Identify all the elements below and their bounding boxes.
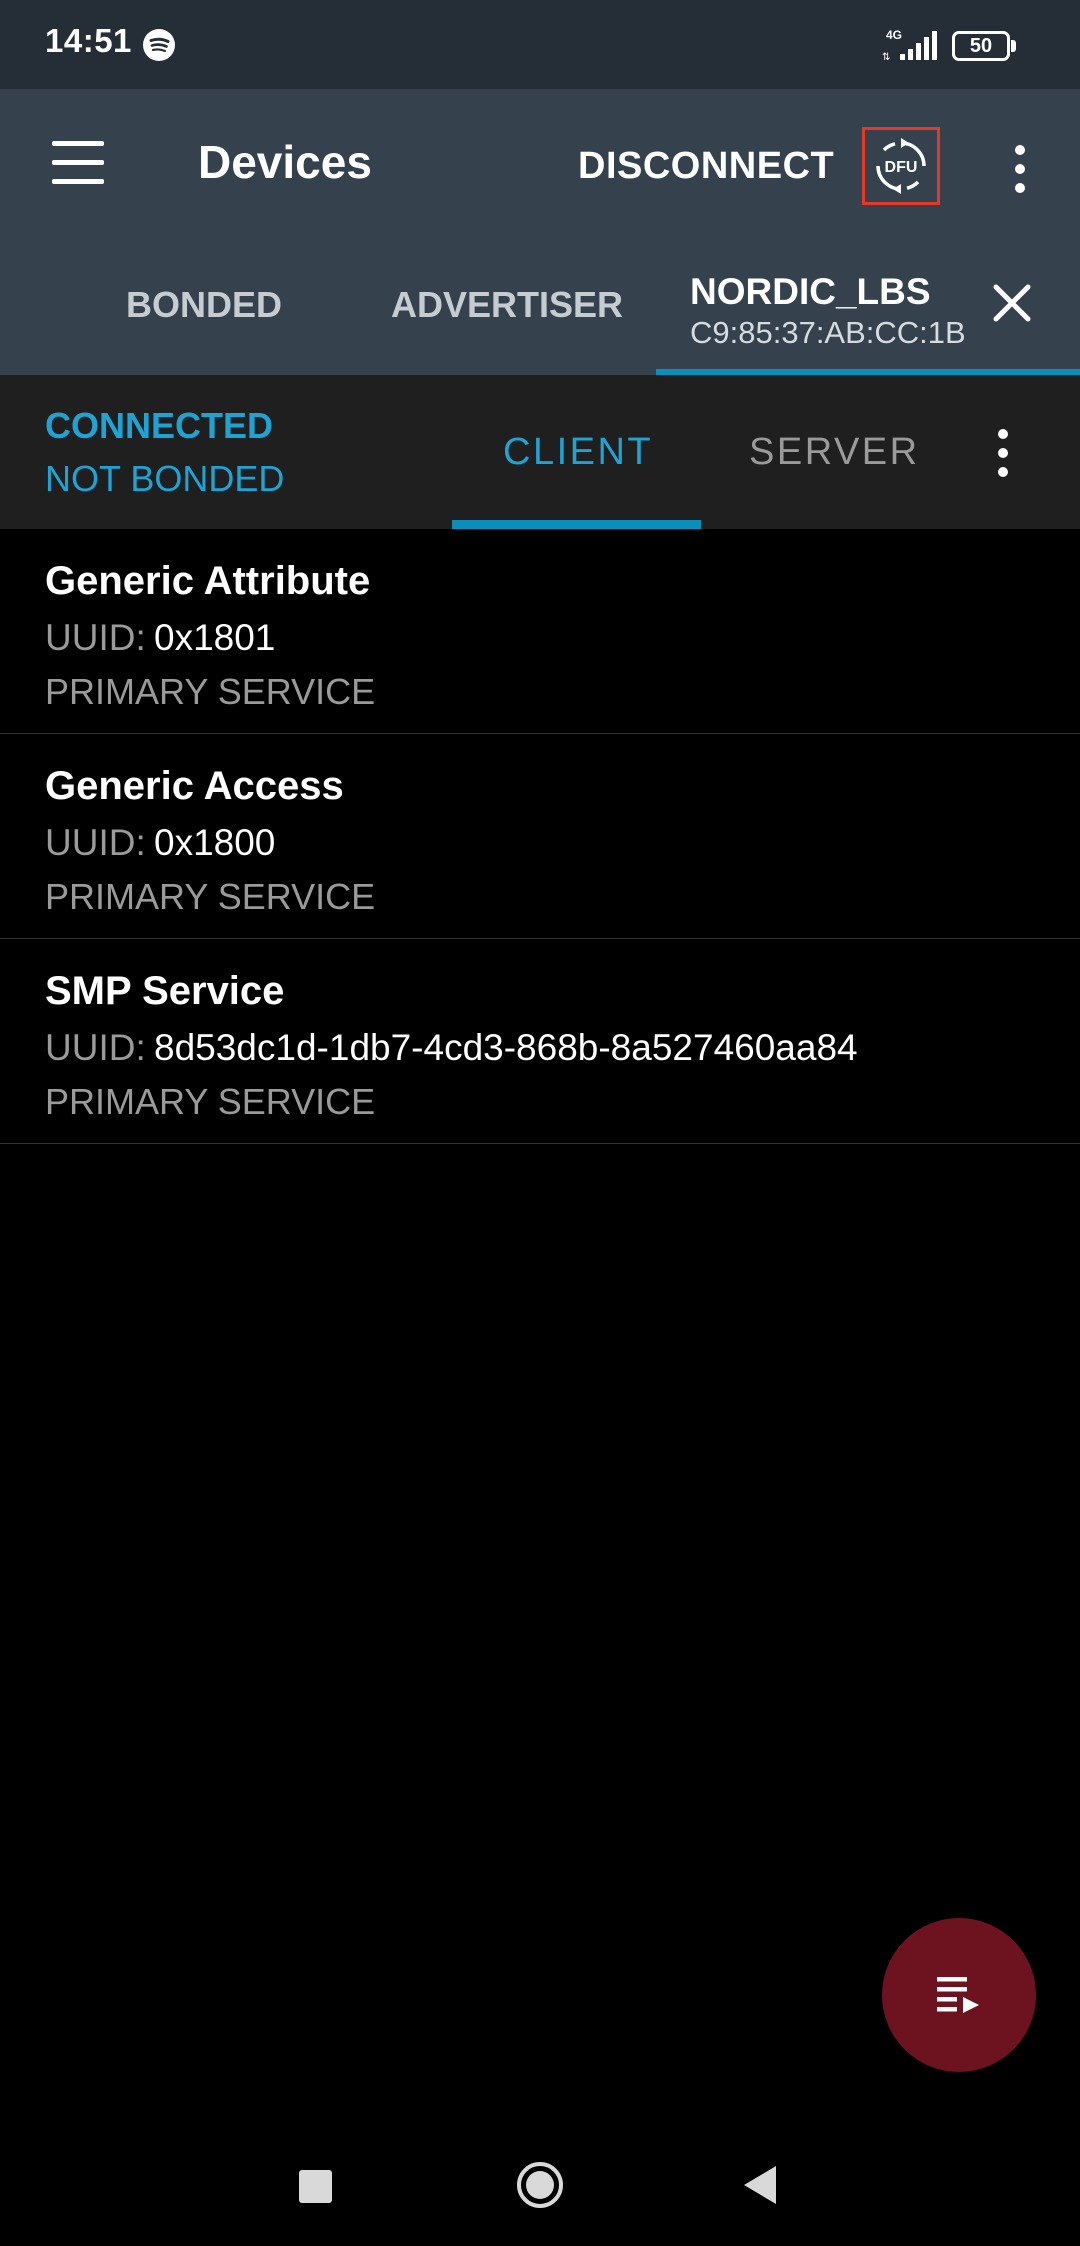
close-icon[interactable] xyxy=(990,281,1034,325)
back-icon[interactable] xyxy=(742,2164,778,2206)
service-uuid-label: UUID: xyxy=(45,822,146,863)
service-name: SMP Service xyxy=(45,969,285,1013)
tab-client[interactable]: CLIENT xyxy=(503,431,653,474)
service-uuid: 0x1800 xyxy=(154,822,276,863)
dfu-label: DFU xyxy=(885,159,918,176)
dfu-icon: DFU xyxy=(876,138,926,194)
service-name: Generic Attribute xyxy=(45,559,371,603)
hamburger-menu-icon[interactable] xyxy=(44,135,108,191)
service-type: PRIMARY SERVICE xyxy=(45,671,376,712)
network-type-label: 4G xyxy=(886,28,902,42)
more-vert-icon[interactable] xyxy=(990,425,1016,481)
service-item[interactable]: Generic Attribute UUID: 0x1801 PRIMARY S… xyxy=(0,529,1080,734)
status-time: 14:51 xyxy=(45,22,132,59)
device-address: C9:85:37:AB:CC:1B xyxy=(690,315,966,350)
service-type: PRIMARY SERVICE xyxy=(45,1081,376,1122)
signal-icon: 4G ⇅ xyxy=(880,28,940,69)
battery-icon: 50 xyxy=(952,31,1016,61)
connection-status: CONNECTED xyxy=(45,405,274,446)
tab-advertiser[interactable]: ADVERTISER xyxy=(391,284,623,326)
service-list: Generic Attribute UUID: 0x1801 PRIMARY S… xyxy=(0,529,1080,1144)
connection-bar: CONNECTED NOT BONDED CLIENT SERVER xyxy=(0,375,1080,529)
tab-bonded[interactable]: BONDED xyxy=(126,284,282,326)
tab-device-nordic-lbs[interactable]: NORDIC_LBS C9:85:37:AB:CC:1B xyxy=(656,271,1080,375)
bond-status: NOT BONDED xyxy=(45,458,285,499)
role-tab-indicator xyxy=(452,520,701,529)
tab-server[interactable]: SERVER xyxy=(749,431,920,474)
system-nav-bar xyxy=(0,2120,1080,2246)
more-vert-icon[interactable] xyxy=(1000,141,1040,197)
service-uuid: 8d53dc1d-1db7-4cd3-868b-8a527460aa84 xyxy=(154,1027,858,1068)
page-title: Devices xyxy=(198,136,372,188)
service-item[interactable]: SMP Service UUID: 8d53dc1d-1db7-4cd3-868… xyxy=(0,939,1080,1144)
battery-level: 50 xyxy=(969,35,993,57)
dfu-button[interactable]: DFU xyxy=(862,127,940,205)
spotify-icon xyxy=(143,29,175,61)
disconnect-button[interactable]: DISCONNECT xyxy=(568,141,844,192)
log-playlist-icon xyxy=(937,1977,979,2013)
service-type: PRIMARY SERVICE xyxy=(45,876,376,917)
log-fab-button[interactable] xyxy=(882,1918,1036,2072)
service-uuid: 0x1801 xyxy=(154,617,276,658)
home-icon[interactable] xyxy=(515,2160,565,2210)
service-uuid-label: UUID: xyxy=(45,1027,146,1068)
service-item[interactable]: Generic Access UUID: 0x1800 PRIMARY SERV… xyxy=(0,734,1080,939)
status-bar: 14:51 4G ⇅ 50 xyxy=(0,0,1080,89)
device-name: NORDIC_LBS xyxy=(690,271,931,312)
svg-text:⇅: ⇅ xyxy=(882,52,890,63)
app-bar: Devices DISCONNECT DFU BONDED ADVERTISER… xyxy=(0,89,1080,375)
recents-icon[interactable] xyxy=(299,2170,332,2203)
service-uuid-label: UUID: xyxy=(45,617,146,658)
service-name: Generic Access xyxy=(45,764,344,808)
